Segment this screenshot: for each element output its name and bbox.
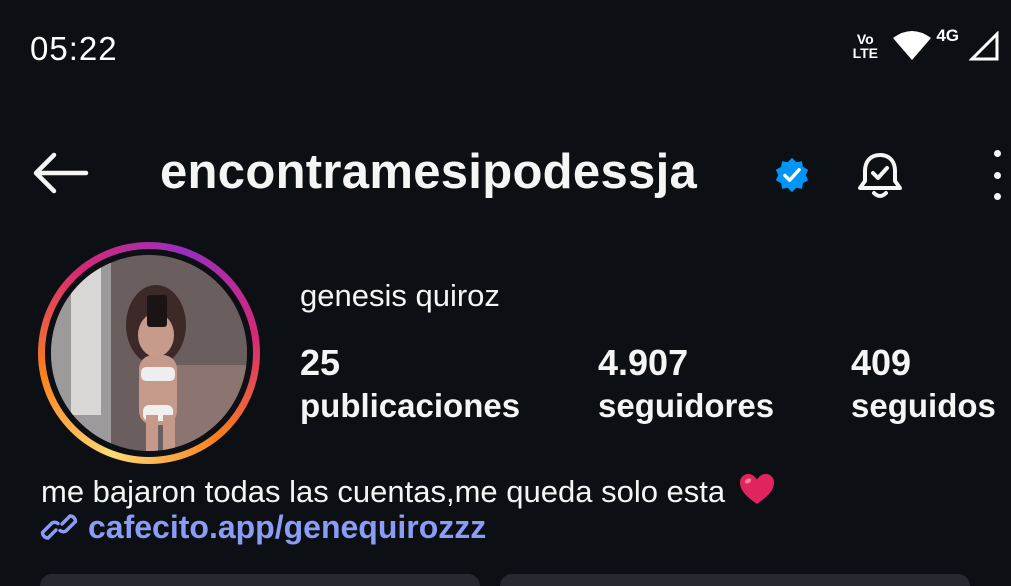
bio-text-content: me bajaron todas las cuentas,me queda so…	[41, 474, 726, 509]
volte-bottom-label: LTE	[852, 45, 879, 61]
volte-top-label: Vo	[856, 31, 874, 47]
display-name: genesis quiroz	[300, 278, 500, 313]
avatar-photo	[51, 255, 247, 451]
more-options-button[interactable]	[982, 150, 1011, 200]
bio-link-text[interactable]: cafecito.app/genequirozzz	[88, 509, 486, 546]
bio-link[interactable]: cafecito.app/genequirozzz	[40, 508, 486, 546]
bio-text: me bajaron todas las cuentas,me queda so…	[41, 468, 776, 510]
message-button[interactable]	[500, 574, 970, 586]
bell-check-icon	[858, 153, 902, 198]
posts-label: publicaciones	[300, 387, 521, 424]
profile-username: encontramesipodessja	[160, 145, 698, 199]
follow-button[interactable]	[40, 574, 480, 586]
following-stat[interactable]: 409 seguidos	[851, 342, 996, 428]
following-count: 409	[851, 342, 912, 383]
back-arrow-icon	[33, 152, 89, 194]
network-type-label: 4G	[936, 26, 959, 45]
story-ring[interactable]	[38, 242, 260, 464]
avatar[interactable]	[51, 255, 247, 451]
heart-emoji-icon	[739, 474, 774, 504]
notifications-button[interactable]	[850, 148, 910, 204]
wifi-icon	[893, 31, 932, 60]
volte-indicator: Vo LTE	[848, 32, 882, 60]
posts-stat[interactable]: 25 publicaciones	[300, 342, 520, 428]
followers-count: 4.907	[598, 342, 689, 383]
followers-stat[interactable]: 4.907 seguidores	[598, 342, 774, 428]
status-time: 05:22	[30, 30, 118, 67]
followers-label: seguidores	[598, 387, 775, 424]
more-options-icon	[993, 150, 1001, 157]
link-icon	[40, 514, 78, 540]
profile-screen: 05:22 Vo LTE 4G encontramesipodessja gen…	[0, 0, 1011, 586]
signal-icon	[969, 31, 999, 61]
verified-badge-icon	[775, 157, 809, 193]
posts-count: 25	[300, 342, 341, 383]
following-label: seguidos	[851, 387, 996, 424]
more-options-icon	[993, 193, 1001, 200]
back-button[interactable]	[28, 148, 92, 198]
more-options-icon	[993, 171, 1001, 179]
status-icons: Vo LTE 4G	[848, 26, 999, 62]
